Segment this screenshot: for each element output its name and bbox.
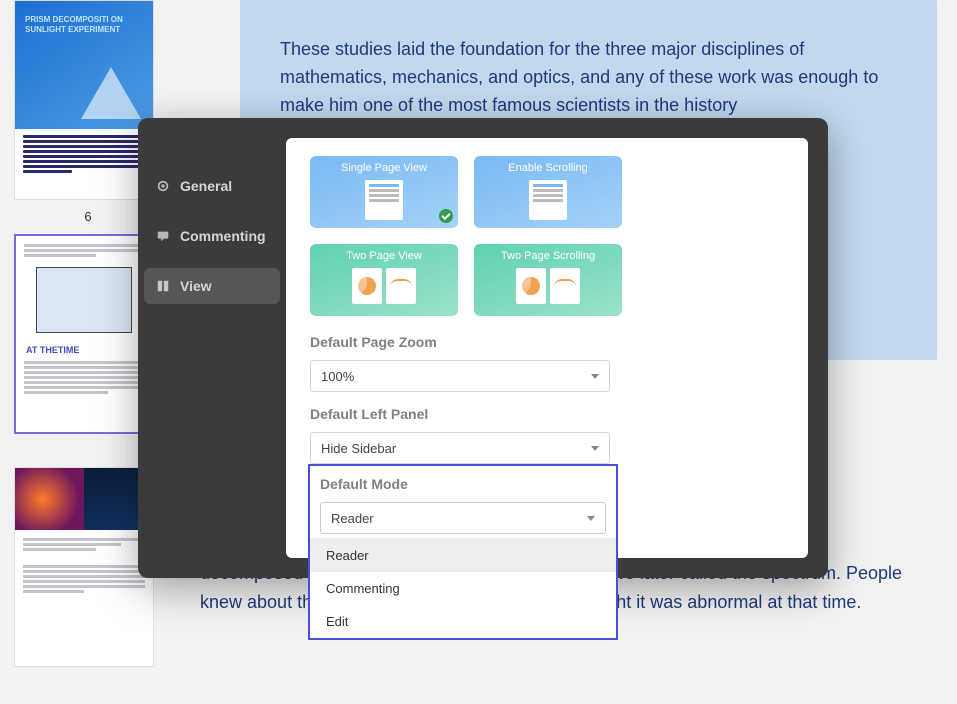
- thumb-heading: AT THETIME: [26, 345, 144, 355]
- sidebar-item-label: View: [180, 278, 212, 294]
- sidebar-item-general[interactable]: General: [144, 168, 280, 204]
- select-value: Hide Sidebar: [321, 441, 396, 456]
- check-icon: [439, 209, 453, 223]
- view-option-enable-scrolling[interactable]: Enable Scrolling: [474, 156, 622, 228]
- default-zoom-select[interactable]: 100%: [310, 360, 610, 392]
- page-preview-icon: [474, 268, 622, 304]
- zoom-label: Default Page Zoom: [310, 334, 784, 350]
- dropdown-option-commenting[interactable]: Commenting: [310, 572, 616, 605]
- sidebar-item-label: Commenting: [180, 228, 266, 244]
- thumb-image-row: [15, 468, 153, 530]
- thumb-diagram: [36, 267, 132, 333]
- view-option-label: Two Page View: [310, 250, 458, 262]
- dropdown-option-reader[interactable]: Reader: [310, 539, 616, 572]
- page-thumbnail[interactable]: AT THETIME: [14, 234, 154, 434]
- select-value: 100%: [321, 369, 354, 384]
- thumb-text-preview: [15, 530, 153, 603]
- default-mode-select[interactable]: Reader: [320, 502, 606, 534]
- dropdown-option-edit[interactable]: Edit: [310, 605, 616, 638]
- sidebar-item-view[interactable]: View: [144, 268, 280, 304]
- modal-content: Single Page View Enable Scrolling Two Pa…: [286, 138, 808, 558]
- gear-icon: [156, 179, 170, 193]
- default-left-panel-select[interactable]: Hide Sidebar: [310, 432, 610, 464]
- thumb-text-preview: [15, 129, 153, 181]
- page-thumbnail[interactable]: [14, 467, 154, 667]
- sidebar-item-label: General: [180, 178, 232, 194]
- view-option-two-page[interactable]: Two Page View: [310, 244, 458, 316]
- page-thumbnail[interactable]: PRISM DECOMPOSITI ON SUNLIGHT EXPERIMENT: [14, 0, 154, 200]
- select-value: Reader: [331, 511, 374, 526]
- default-mode-section: Default Mode Reader Reader Commenting Ed…: [308, 464, 618, 640]
- view-option-label: Two Page Scrolling: [474, 250, 622, 262]
- thumb-title: PRISM DECOMPOSITI ON SUNLIGHT EXPERIMENT: [25, 15, 153, 35]
- thumb-text-preview: [24, 361, 144, 394]
- view-option-label: Single Page View: [310, 162, 458, 174]
- default-mode-dropdown: Reader Commenting Edit: [310, 538, 616, 638]
- sidebar-item-commenting[interactable]: Commenting: [144, 218, 280, 254]
- left-panel-label: Default Left Panel: [310, 406, 784, 422]
- page-preview-icon: [529, 180, 567, 220]
- view-option-single-page[interactable]: Single Page View: [310, 156, 458, 228]
- modal-sidebar: General Commenting View: [138, 118, 286, 578]
- page-preview-icon: [365, 180, 403, 220]
- view-option-two-page-scrolling[interactable]: Two Page Scrolling: [474, 244, 622, 316]
- prism-graphic: [81, 67, 141, 119]
- preferences-modal: General Commenting View Single Page View…: [138, 118, 828, 578]
- comment-icon: [156, 229, 170, 243]
- document-paragraph: These studies laid the foundation for th…: [280, 39, 878, 115]
- page-preview-icon: [310, 268, 458, 304]
- default-mode-label: Default Mode: [320, 476, 606, 492]
- view-option-label: Enable Scrolling: [474, 162, 622, 174]
- view-icon: [156, 279, 170, 293]
- thumb-text-preview: [24, 244, 144, 257]
